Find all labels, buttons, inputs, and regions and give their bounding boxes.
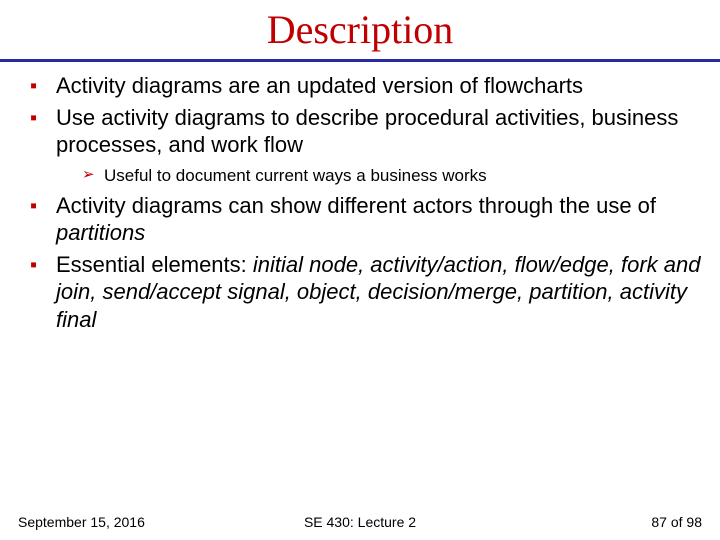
sub-bullet-text: Useful to document current ways a busine… [104, 166, 487, 185]
sub-bullet-item: Useful to document current ways a busine… [82, 165, 702, 186]
footer-course: SE 430: Lecture 2 [0, 514, 720, 530]
slide-title: Description [0, 0, 720, 59]
bullet-item: Activity diagrams are an updated version… [30, 72, 702, 100]
slide-body: Activity diagrams are an updated version… [0, 62, 720, 333]
bullet-item: Activity diagrams can show different act… [30, 192, 702, 247]
slide: Description Activity diagrams are an upd… [0, 0, 720, 540]
bullet-text: Activity diagrams can show different act… [56, 193, 656, 218]
bullet-text: Essential elements: [56, 252, 253, 277]
bullet-item: Use activity diagrams to describe proced… [30, 104, 702, 186]
sub-bullet-list: Useful to document current ways a busine… [82, 165, 702, 186]
footer-page: 87 of 98 [651, 514, 702, 530]
bullet-item: Essential elements: initial node, activi… [30, 251, 702, 334]
bullet-italic: partitions [56, 220, 145, 245]
bullet-list: Activity diagrams are an updated version… [30, 72, 702, 333]
bullet-text: Use activity diagrams to describe proced… [56, 105, 678, 158]
bullet-text: Activity diagrams are an updated version… [56, 73, 583, 98]
